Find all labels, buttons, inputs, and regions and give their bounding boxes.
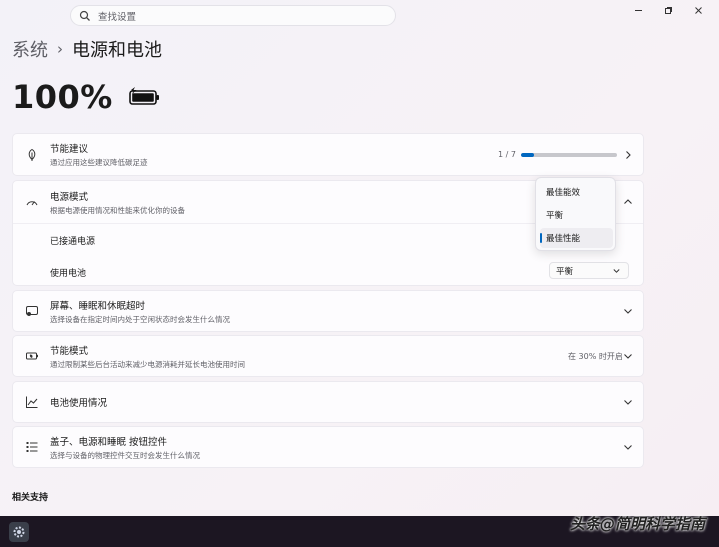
screen-sleep-text: 屏幕、睡眠和休眠超时 选择设备在指定时间内处于空闲状态时会发生什么情况 (50, 298, 230, 325)
screen-sleep-card[interactable]: 屏幕、睡眠和休眠超时 选择设备在指定时间内处于空闲状态时会发生什么情况 (12, 290, 644, 332)
chevron-right-icon[interactable] (623, 150, 633, 160)
chevron-down-icon[interactable] (623, 397, 633, 407)
screen-sleep-desc: 选择设备在指定时间内处于空闲状态时会发生什么情况 (50, 314, 230, 324)
energy-saver-card[interactable]: 节能模式 通过限制某些后台活动来减少电源消耗并延长电池使用时间 在 30% 时开… (12, 335, 644, 377)
related-support-heading: 相关支持 (12, 493, 49, 503)
on-battery-label: 使用电池 (50, 269, 87, 279)
breadcrumb-separator: › (57, 40, 63, 58)
on-battery-mode-select[interactable]: 平衡 (549, 262, 629, 279)
recommendations-progress-fill (521, 152, 535, 157)
speedometer-icon (26, 201, 38, 206)
page-title: 电源和电池 (72, 40, 162, 61)
monitor-sleep-icon (26, 306, 38, 316)
battery-usage-title: 电池使用情况 (50, 398, 108, 409)
chevron-down-icon[interactable] (623, 442, 633, 452)
option-best-performance[interactable]: 最佳性能 (540, 228, 613, 248)
search-box[interactable]: 查找设置 (70, 5, 396, 26)
battery-usage-text: 电池使用情况 (50, 395, 107, 409)
line-chart-icon (26, 396, 38, 408)
settings-app-icon[interactable] (9, 522, 29, 542)
energy-recommendations-text: 节能建议 通过应用这些建议降低碳足迹 (50, 141, 148, 168)
chevron-up-icon[interactable] (623, 197, 633, 207)
energy-saver-status: 在 30% 时开启 (568, 351, 623, 361)
energy-saver-desc: 通过限制某些后台活动来减少电源消耗并延长电池使用时间 (50, 359, 245, 369)
breadcrumb-parent[interactable]: 系统 (12, 36, 48, 62)
option-balanced[interactable]: 平衡 (540, 205, 613, 225)
leaf-icon (28, 148, 36, 161)
chevron-down-icon (613, 269, 620, 273)
energy-recommendations-title: 节能建议 (50, 144, 89, 155)
chevron-down-icon[interactable] (623, 306, 633, 316)
on-battery-mode-value: 平衡 (556, 266, 574, 277)
search-icon (79, 10, 90, 21)
energy-recommendations-desc: 通过应用这些建议降低碳足迹 (50, 158, 148, 167)
power-mode-text: 电源模式 根据电源使用情况和性能来优化你的设备 (50, 189, 185, 216)
plugged-in-label: 已接通电源 (50, 237, 96, 247)
power-mode-title: 电源模式 (50, 191, 89, 203)
energy-saver-title: 节能模式 (50, 345, 89, 357)
recommendations-count: 1 / 7 (498, 150, 516, 159)
battery-usage-card[interactable]: 电池使用情况 (12, 381, 644, 423)
recommendations-progress-bar (521, 152, 617, 157)
power-mode-desc: 根据电源使用情况和性能来优化你的设备 (50, 205, 185, 215)
search-placeholder: 查找设置 (98, 11, 137, 23)
close-icon[interactable] (683, 3, 713, 17)
minimize-icon[interactable] (623, 3, 653, 17)
energy-saver-text: 节能模式 通过限制某些后台活动来减少电源消耗并延长电池使用时间 (50, 343, 245, 370)
battery-charging-icon (129, 87, 159, 105)
gear-icon (13, 526, 25, 538)
list-settings-icon (26, 442, 38, 452)
battery-saver-icon (26, 352, 38, 360)
breadcrumb: 系统 › 电源和电池 (12, 36, 162, 62)
screen-sleep-title: 屏幕、睡眠和休眠超时 (50, 300, 146, 312)
maximize-icon[interactable] (653, 3, 683, 17)
lid-power-button-desc: 选择与设备的物理控件交互时会发生什么情况 (50, 450, 200, 460)
lid-power-button-text: 盖子、电源和睡眠 按钮控件 选择与设备的物理控件交互时会发生什么情况 (50, 434, 200, 461)
energy-recommendations-card[interactable]: 节能建议 通过应用这些建议降低碳足迹 1 / 7 (12, 133, 644, 176)
watermark: 头条@简明科学指南 (569, 515, 705, 533)
option-best-efficiency[interactable]: 最佳能效 (540, 182, 613, 202)
battery-percent: 100% (12, 78, 113, 116)
window-controls (623, 3, 713, 17)
lid-power-button-card[interactable]: 盖子、电源和睡眠 按钮控件 选择与设备的物理控件交互时会发生什么情况 (12, 426, 644, 468)
plugged-in-mode-dropdown[interactable]: 最佳能效 平衡 最佳性能 (535, 177, 616, 251)
lid-power-button-title: 盖子、电源和睡眠 按钮控件 (50, 436, 168, 448)
battery-status: 100% (12, 78, 161, 116)
chevron-down-icon[interactable] (623, 351, 633, 361)
